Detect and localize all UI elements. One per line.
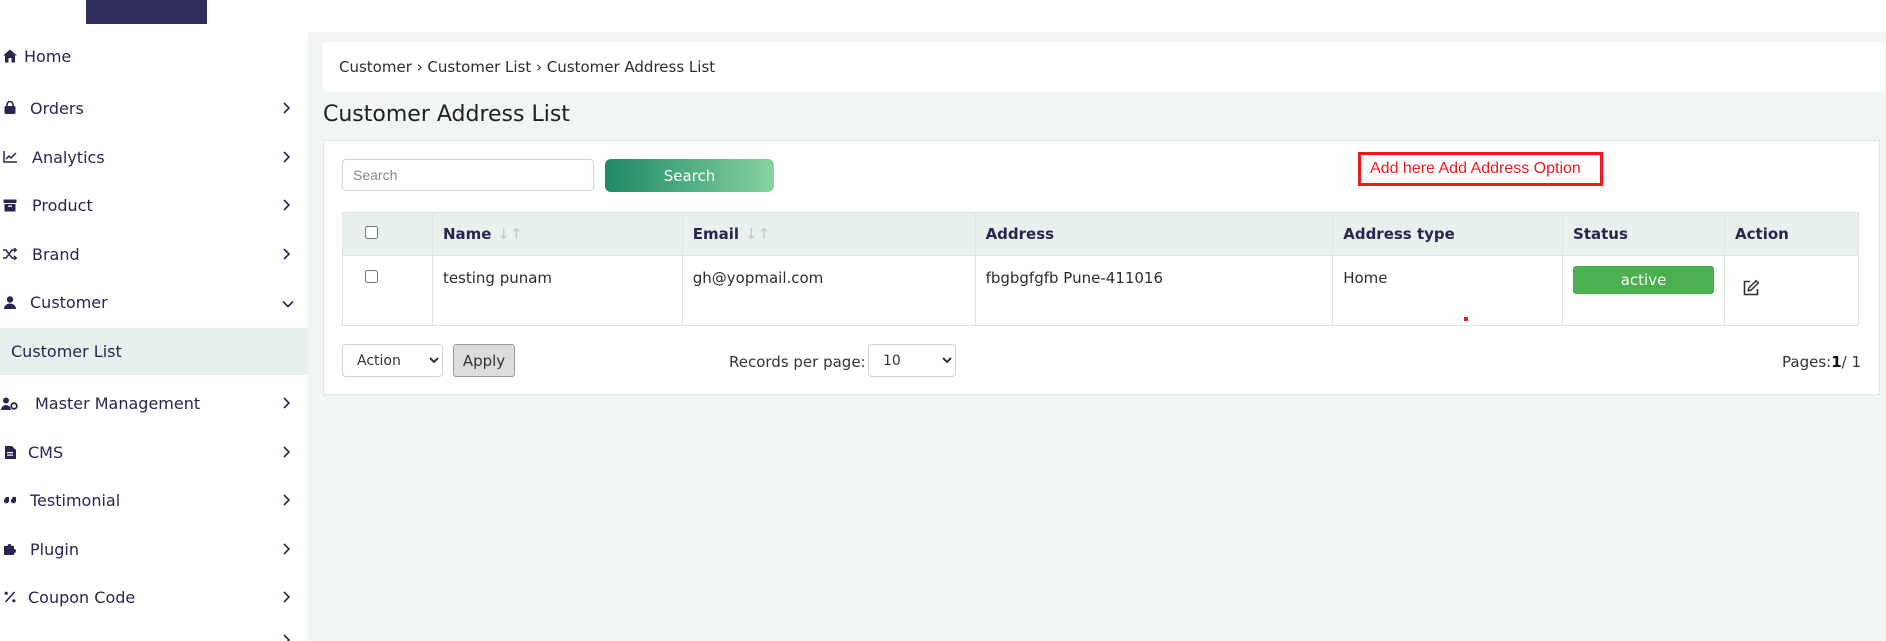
sidebar-item-label: Brand	[32, 244, 80, 264]
sidebar-item-label: Customer	[30, 292, 108, 312]
sidebar-item-master-management[interactable]: Master Management	[0, 383, 308, 423]
sidebar-item-customer[interactable]: Customer	[0, 282, 308, 322]
archive-icon	[0, 195, 20, 215]
sidebar: Home Orders Analytics Product Brand Cust…	[0, 24, 308, 641]
chevron-right-icon	[283, 102, 291, 114]
page-title: Customer Address List	[323, 102, 570, 127]
table-row: testing punam gh@yopmail.com fbgbgfgfb P…	[342, 255, 1859, 326]
header-label: Email	[692, 225, 740, 243]
breadcrumb[interactable]: Customer › Customer List › Customer Addr…	[339, 58, 715, 76]
user-gear-icon	[0, 393, 18, 413]
sidebar-subitem-label: Customer List	[11, 342, 122, 361]
sidebar-item-label: CMS	[28, 442, 64, 462]
annotation-note: Add here Add Address Option	[1358, 152, 1603, 186]
row-checkbox[interactable]	[365, 270, 378, 283]
search-input[interactable]	[342, 159, 594, 191]
chevron-right-icon	[283, 248, 291, 260]
cell-status: active	[1562, 255, 1726, 326]
chevron-right-icon	[283, 543, 291, 555]
chevron-down-icon	[282, 300, 294, 308]
apply-button[interactable]: Apply	[453, 344, 515, 377]
sidebar-item-home[interactable]: Home	[0, 36, 308, 76]
chevron-right-icon	[283, 397, 291, 409]
header-select-all	[342, 212, 433, 256]
sidebar-item-partial[interactable]	[0, 625, 308, 641]
select-all-checkbox[interactable]	[365, 226, 378, 239]
sidebar-item-brand[interactable]: Brand	[0, 234, 308, 274]
sidebar-item-label: Plugin	[30, 539, 79, 559]
header-email[interactable]: Email ↓↑	[681, 212, 976, 256]
address-table: Name ↓↑ Email ↓↑ Address Address type Stat…	[342, 212, 1859, 326]
logo-block	[86, 0, 207, 24]
sidebar-item-label: Orders	[30, 98, 84, 118]
chevron-right-icon	[283, 199, 291, 211]
bag-icon	[0, 98, 20, 118]
header-action: Action	[1724, 212, 1859, 256]
bulk-action-select[interactable]: Action	[342, 344, 443, 377]
sidebar-item-analytics[interactable]: Analytics	[0, 137, 308, 177]
header-name[interactable]: Name ↓↑	[431, 212, 683, 256]
quote-icon	[0, 490, 20, 510]
cell-email: gh@yopmail.com	[681, 255, 976, 326]
sidebar-item-plugin[interactable]: Plugin	[0, 529, 308, 569]
shuffle-icon	[0, 244, 20, 264]
sidebar-item-orders[interactable]: Orders	[0, 88, 308, 128]
header-address-type: Address type	[1332, 212, 1564, 256]
sidebar-item-product[interactable]: Product	[0, 185, 308, 225]
home-icon	[0, 46, 20, 66]
sidebar-item-label: Testimonial	[30, 490, 121, 510]
search-button[interactable]: Search	[605, 159, 774, 192]
header-address: Address	[974, 212, 1334, 256]
chevron-right-icon	[283, 591, 291, 603]
file-icon	[0, 442, 20, 462]
annotation-dot	[1464, 317, 1468, 321]
chevron-right-icon	[283, 446, 291, 458]
records-per-page-select[interactable]: 10	[868, 344, 956, 377]
pages-total: / 1	[1841, 353, 1861, 371]
chevron-right-icon	[283, 634, 291, 641]
pages-current: 1	[1831, 353, 1842, 371]
cell-address: fbgbgfgfb Pune-411016	[974, 255, 1334, 326]
sidebar-item-label: Master Management	[35, 393, 201, 413]
chevron-right-icon	[283, 151, 291, 163]
cell-name: testing punam	[431, 255, 683, 326]
breadcrumb-card: Customer › Customer List › Customer Addr…	[323, 42, 1885, 92]
puzzle-icon	[0, 539, 20, 559]
sidebar-item-label: Home	[24, 46, 72, 66]
chart-line-icon	[0, 147, 20, 167]
sidebar-item-label: Coupon Code	[28, 587, 136, 607]
sidebar-item-testimonial[interactable]: Testimonial	[0, 480, 308, 520]
user-icon	[0, 292, 20, 312]
header-label: Name	[442, 225, 492, 243]
sidebar-item-cms[interactable]: CMS	[0, 432, 308, 472]
sidebar-item-coupon-code[interactable]: Coupon Code	[0, 577, 308, 617]
edit-icon[interactable]	[1742, 279, 1760, 301]
pagination-info: Pages:1/ 1	[1782, 353, 1861, 371]
status-badge[interactable]: active	[1573, 266, 1715, 294]
row-select-cell	[342, 255, 433, 326]
sort-icon[interactable]: ↓↑	[745, 225, 770, 243]
main-content: Customer › Customer List › Customer Addr…	[308, 32, 1886, 641]
sidebar-item-label: Analytics	[32, 147, 105, 167]
sidebar-item-label: Product	[32, 195, 93, 215]
pages-prefix: Pages:	[1782, 353, 1832, 371]
sort-icon[interactable]: ↓↑	[497, 225, 522, 243]
header-status: Status	[1562, 212, 1726, 256]
percent-icon	[0, 587, 20, 607]
chevron-right-icon	[283, 494, 291, 506]
records-per-page-label: Records per page:	[729, 353, 866, 371]
address-list-panel: Search Add here Add Address Option Name ↓…	[323, 140, 1880, 395]
cell-action	[1724, 255, 1859, 326]
sidebar-subitem-customer-list[interactable]: Customer List	[0, 328, 308, 375]
table-header-row: Name ↓↑ Email ↓↑ Address Address type Stat…	[342, 212, 1859, 256]
cell-address-type: Home	[1332, 255, 1564, 326]
